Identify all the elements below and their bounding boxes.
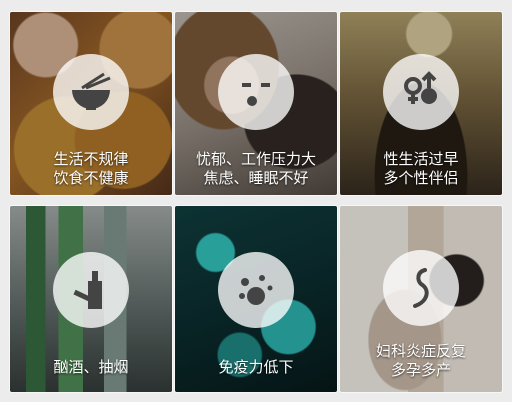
tile-label: 生活不规律 饮食不健康 [53,150,129,187]
tile-label: 妇科炎症反复 多孕多产 [375,342,466,379]
tile-gynecological[interactable]: 妇科炎症反复 多孕多产 [340,206,502,392]
tile-label: 忧郁、工作压力大 焦虑、睡眠不好 [195,150,316,187]
tile-label: 酗酒、抽烟 [53,358,129,376]
tile-stress-anxiety[interactable]: 忧郁、工作压力大 焦虑、睡眠不好 [175,12,337,195]
risk-factors-grid: 生活不规律 饮食不健康 忧郁、工作压力大 焦虑、睡眠不好 性生活过早 多个性伴侣… [0,0,512,402]
gender-symbols-icon [383,54,459,130]
virus-cells-icon [218,252,294,328]
tile-label: 性生活过早 多个性伴侣 [383,150,459,187]
bowl-chopsticks-icon [53,54,129,130]
tile-drinking-smoking[interactable]: 酗酒、抽烟 [10,206,172,392]
tile-sexual-activity[interactable]: 性生活过早 多个性伴侣 [340,12,502,195]
tile-irregular-diet[interactable]: 生活不规律 饮食不健康 [10,12,172,195]
pregnancy-icon [383,250,459,326]
bottle-cigarette-icon [53,252,129,328]
sad-face-icon [218,54,294,130]
tile-label: 免疫力低下 [218,358,294,376]
tile-low-immunity[interactable]: 免疫力低下 [175,206,337,392]
